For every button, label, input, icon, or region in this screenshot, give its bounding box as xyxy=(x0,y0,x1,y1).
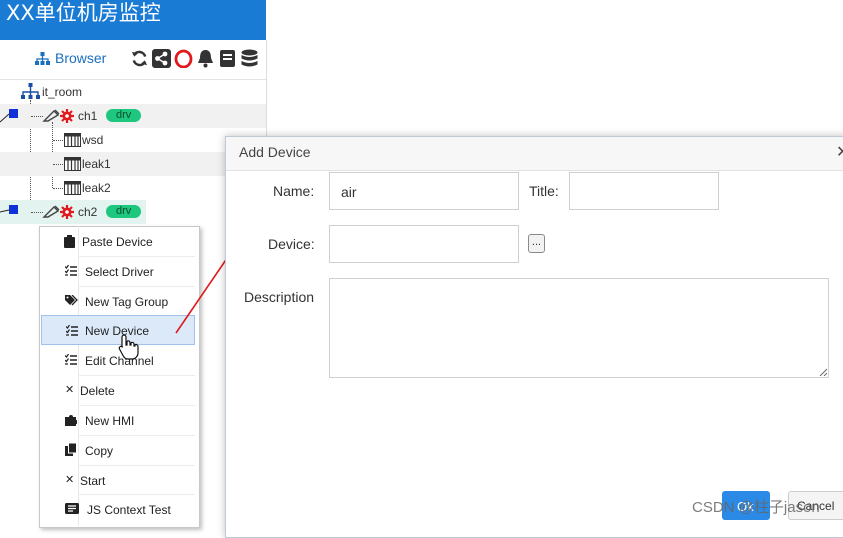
menu-item-label: Copy xyxy=(85,444,114,458)
browser-label: Browser xyxy=(55,50,107,66)
tree-item-label: ch1 xyxy=(78,109,98,123)
resize-handle-icon[interactable] xyxy=(819,368,827,376)
tree-item-ch2[interactable]: ch2 drv xyxy=(0,200,146,224)
gear-icon xyxy=(60,109,74,123)
description-label: Description xyxy=(244,289,315,305)
copy-icon xyxy=(65,443,77,456)
refresh-icon[interactable] xyxy=(130,49,149,68)
bell-icon[interactable] xyxy=(196,49,215,68)
tree-item-label: ch2 xyxy=(78,205,98,219)
plug-icon xyxy=(42,109,60,122)
menu-item-copy[interactable]: Copy xyxy=(40,436,196,465)
driver-badge: drv xyxy=(106,205,142,218)
table-icon xyxy=(64,133,81,147)
book-icon[interactable] xyxy=(218,49,237,68)
menu-item-label: New HMI xyxy=(85,414,135,428)
name-label: Name: xyxy=(273,183,315,199)
terminal-icon xyxy=(65,503,79,514)
list-icon xyxy=(65,265,77,276)
app-title-bar: XX单位机房监控 xyxy=(0,0,266,40)
dialog-title: Add Device xyxy=(239,144,311,160)
driver-badge: drv xyxy=(106,109,142,122)
times-icon: ✕ xyxy=(65,474,75,486)
canvas-node xyxy=(9,109,18,118)
menu-item-label: Delete xyxy=(80,384,115,398)
menu-item-label: Select Driver xyxy=(85,265,154,279)
menu-item-label: New Tag Group xyxy=(85,295,169,309)
menu-item-label: Paste Device xyxy=(82,235,153,249)
table-icon xyxy=(64,181,81,195)
dialog-header xyxy=(226,137,843,171)
title-label: Title: xyxy=(529,183,559,199)
title-input[interactable] xyxy=(569,172,719,210)
clipboard-icon xyxy=(64,235,75,248)
ring-icon[interactable] xyxy=(174,49,193,68)
hand-cursor-icon xyxy=(118,334,139,360)
puzzle-icon xyxy=(65,415,77,426)
share-icon[interactable] xyxy=(152,49,171,68)
tree-item-label: leak1 xyxy=(82,157,111,171)
menu-item-new-hmi[interactable]: New HMI xyxy=(40,406,196,435)
menu-item-start[interactable]: ✕ Start xyxy=(40,466,196,495)
list-icon xyxy=(65,354,77,365)
tree-toolbar xyxy=(130,49,259,68)
tags-icon xyxy=(65,295,78,306)
sitemap-icon xyxy=(21,83,40,99)
table-icon xyxy=(64,157,81,171)
watermark: CSDN @柱子jason xyxy=(692,499,820,516)
device-input[interactable] xyxy=(329,225,519,263)
device-label: Device: xyxy=(268,236,315,252)
sitemap-icon xyxy=(35,51,50,65)
menu-item-delete[interactable]: ✕ Delete xyxy=(40,376,196,405)
app-title: XX单位机房监控 xyxy=(6,1,161,25)
description-textarea[interactable] xyxy=(329,278,829,378)
gear-icon xyxy=(60,205,74,219)
tree-item-ch1[interactable]: ch1 drv xyxy=(0,104,266,128)
tree-root-label: it_room xyxy=(42,85,83,99)
name-input-value: air xyxy=(341,184,357,200)
times-icon: ✕ xyxy=(65,384,75,396)
menu-item-js-context-test[interactable]: JS Context Test xyxy=(40,495,196,524)
name-input[interactable]: air xyxy=(329,172,519,210)
tree-root[interactable]: it_room xyxy=(0,80,266,104)
plug-icon xyxy=(42,205,60,218)
list-icon xyxy=(66,325,78,336)
browse-device-button[interactable]: ... xyxy=(528,234,545,253)
menu-item-label: Start xyxy=(80,474,106,488)
tree-item-label: leak2 xyxy=(82,181,111,195)
tree-item-label: wsd xyxy=(82,133,104,147)
canvas-links xyxy=(0,113,10,213)
database-icon[interactable] xyxy=(240,49,259,68)
browser-tab[interactable]: Browser xyxy=(35,50,106,66)
menu-item-label: JS Context Test xyxy=(87,503,171,517)
close-icon[interactable]: ✕ xyxy=(836,142,843,162)
canvas-node xyxy=(9,205,18,214)
